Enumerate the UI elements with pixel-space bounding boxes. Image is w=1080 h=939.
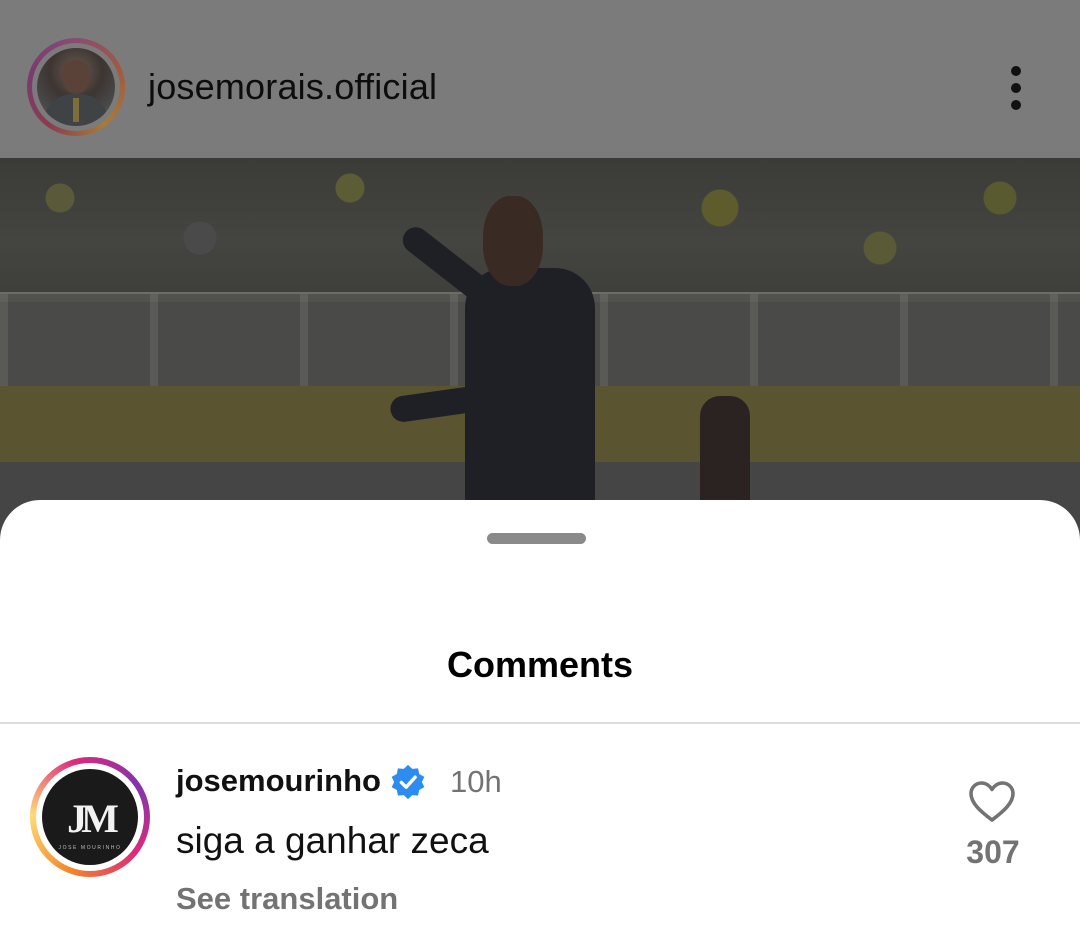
comment-text: siga a ganhar zeca — [176, 820, 489, 861]
verified-badge-icon — [391, 764, 425, 800]
like-count: 307 — [966, 834, 1020, 870]
post-header: josemorais.official — [0, 0, 1080, 158]
sheet-title: Comments — [446, 644, 634, 685]
post-author-username[interactable]: josemorais.official — [148, 66, 437, 108]
see-translation-link[interactable]: See translation — [176, 881, 398, 917]
heart-icon[interactable] — [968, 780, 1016, 824]
divider — [0, 722, 1080, 724]
comment-timestamp: 10h — [450, 764, 502, 799]
coach-head — [483, 196, 543, 286]
more-options-icon[interactable] — [996, 60, 1036, 116]
post-image — [0, 158, 1080, 539]
background-player — [700, 396, 750, 506]
jm-logo: JM JOSE MOURINHO — [42, 769, 138, 865]
comment-username[interactable]: josemourinho — [176, 763, 381, 799]
comments-sheet: Comments JM JOSE MOURINHO josemourinho 1… — [0, 500, 1080, 939]
post-author-avatar[interactable] — [27, 38, 125, 136]
comment-author-avatar[interactable]: JM JOSE MOURINHO — [30, 757, 150, 877]
author-photo — [37, 48, 115, 126]
sheet-drag-handle[interactable] — [487, 533, 586, 544]
